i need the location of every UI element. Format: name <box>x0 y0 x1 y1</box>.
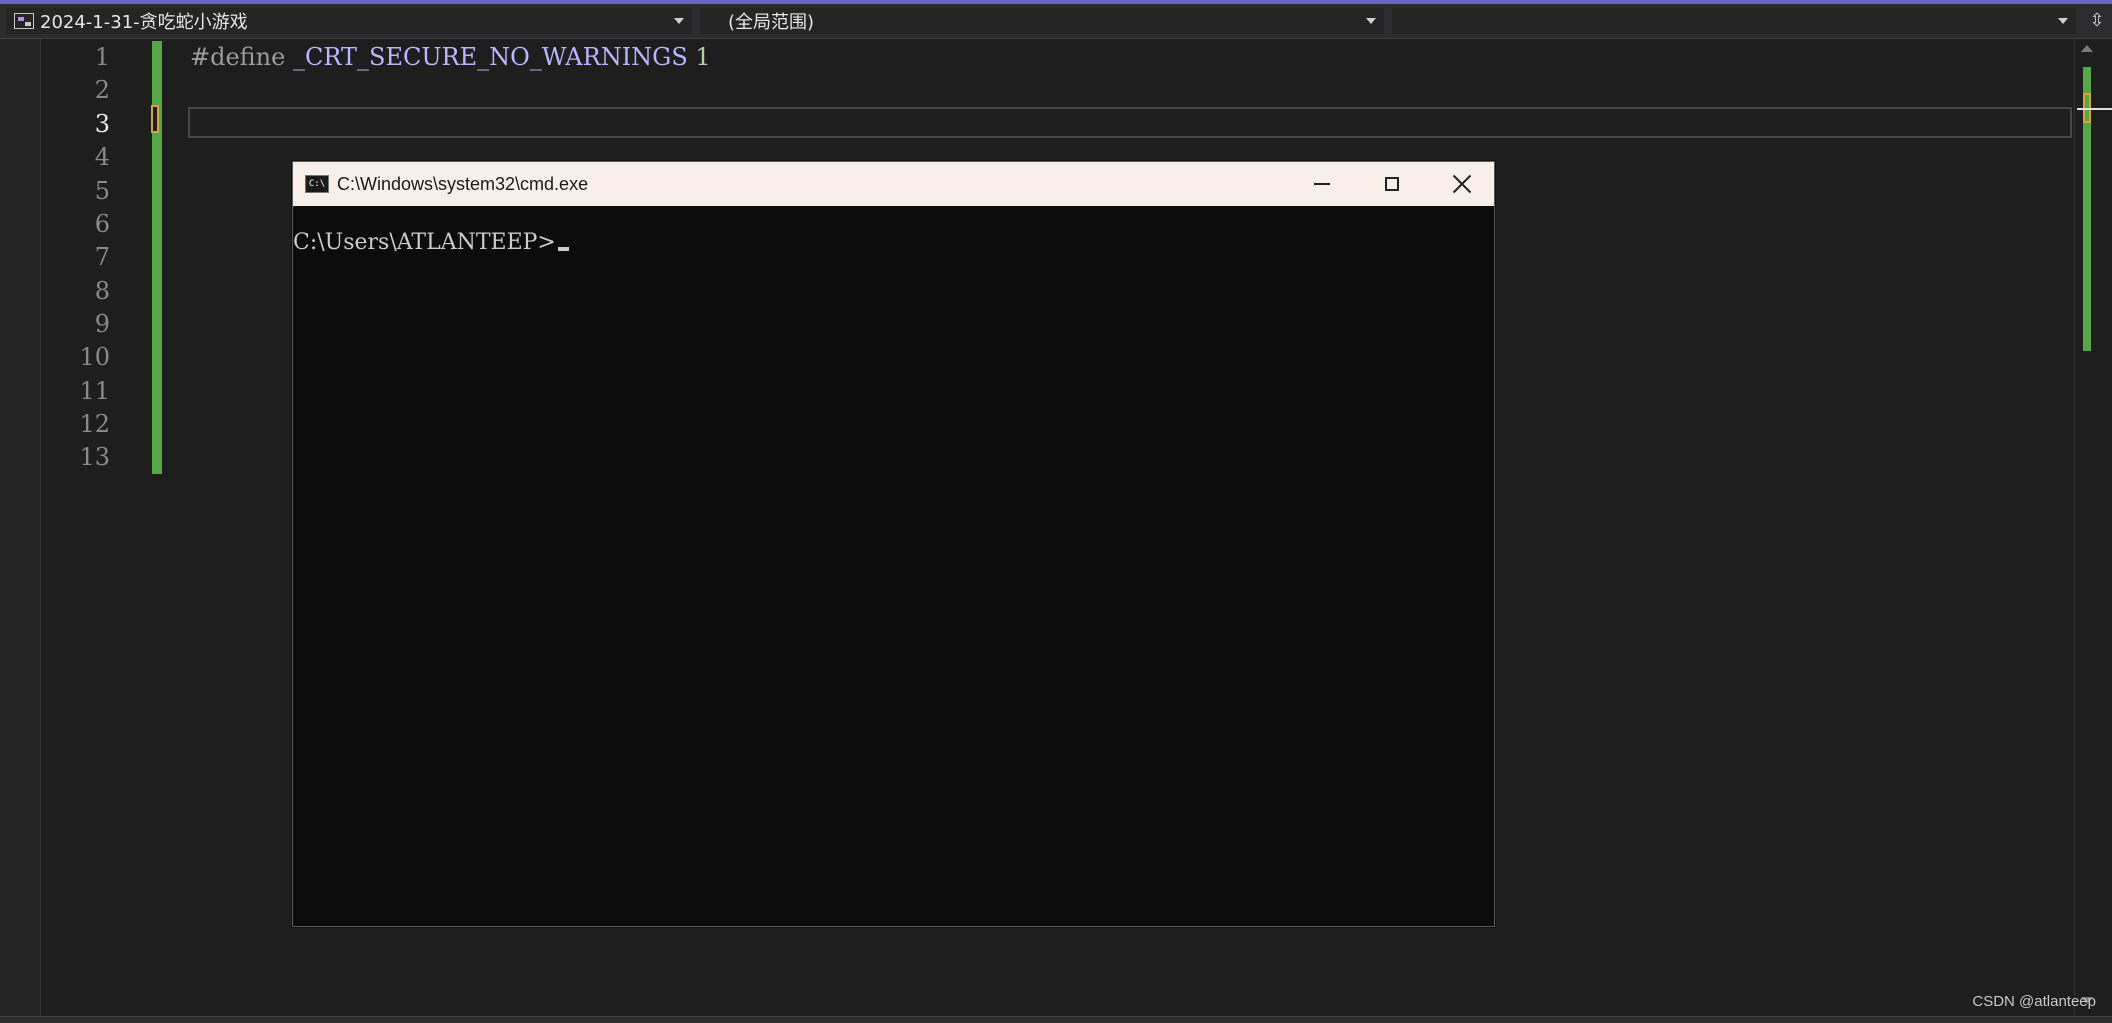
line-number: 9 <box>94 310 110 338</box>
project-dropdown[interactable]: 2024-1-31-贪吃蛇小游戏 <box>6 8 692 34</box>
line-number-active: 3 <box>94 110 110 138</box>
console-output[interactable]: C:\Users\ATLANTEEP> <box>293 230 569 255</box>
preprocessor-directive: #define <box>190 43 293 71</box>
line-number: 8 <box>94 277 110 305</box>
close-icon <box>1452 174 1472 194</box>
line-number: 1 <box>94 43 110 71</box>
minimize-button[interactable] <box>1287 162 1357 206</box>
watermark: CSDN @atlanteep <box>1972 993 2096 1010</box>
scroll-up-icon[interactable] <box>2081 45 2093 52</box>
scope-dropdown[interactable]: (全局范围) <box>700 8 1384 34</box>
glyph-margin <box>0 39 41 1016</box>
member-dropdown[interactable] <box>1392 8 2076 34</box>
line-number: 4 <box>94 143 110 171</box>
project-name: 2024-1-31-贪吃蛇小游戏 <box>40 12 248 33</box>
current-line-highlight <box>188 107 2072 138</box>
chevron-down-icon <box>674 18 684 24</box>
line-number: 7 <box>94 243 110 271</box>
line-number: 11 <box>79 377 110 405</box>
command-prompt: C:\Users\ATLANTEEP> <box>293 230 556 255</box>
scope-label: (全局范围) <box>728 12 815 33</box>
cmd-title: C:\Windows\system32\cmd.exe <box>337 173 589 194</box>
vertical-scrollbar[interactable] <box>2074 39 2112 1016</box>
line-number: 10 <box>79 343 110 371</box>
close-button[interactable] <box>1427 162 1497 206</box>
scrollbar-position-line <box>2077 108 2112 110</box>
caret-line-marker <box>151 105 159 133</box>
minimize-icon <box>1314 183 1330 185</box>
cmd-title-bar[interactable]: C:\ C:\Windows\system32\cmd.exe <box>293 162 1494 206</box>
chevron-down-icon <box>1366 18 1376 24</box>
maximize-button[interactable] <box>1357 162 1427 206</box>
line-number: 6 <box>94 210 110 238</box>
cmd-window[interactable]: C:\ C:\Windows\system32\cmd.exe C:\Users… <box>292 161 1495 927</box>
text-cursor <box>557 246 569 251</box>
line-number: 12 <box>79 410 110 438</box>
navigation-bar: 2024-1-31-贪吃蛇小游戏 (全局范围) ⇳ <box>0 4 2112 39</box>
chevron-down-icon <box>2058 18 2068 24</box>
line-number: 13 <box>79 443 110 471</box>
macro-name: _CRT_SECURE_NO_WARNINGS <box>292 43 688 71</box>
split-window-icon[interactable]: ⇳ <box>2088 12 2106 30</box>
line-number: 5 <box>94 177 110 205</box>
line-number: 2 <box>94 76 110 104</box>
code-line-1[interactable]: #define _CRT_SECURE_NO_WARNINGS 1 <box>190 43 711 71</box>
console-icon: C:\ <box>305 175 329 193</box>
macro-value: 1 <box>687 43 711 71</box>
maximize-icon <box>1385 177 1399 191</box>
project-icon <box>14 13 34 29</box>
